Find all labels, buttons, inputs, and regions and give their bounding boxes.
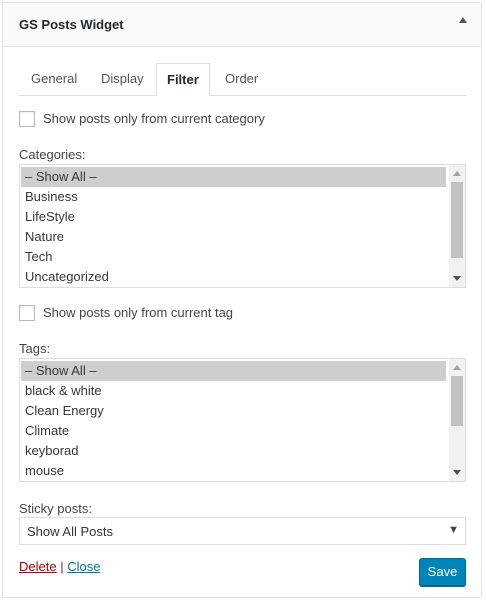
delete-link[interactable]: Delete — [19, 559, 57, 574]
tag-option[interactable]: mouse — [21, 461, 446, 481]
tab-general[interactable]: General — [31, 63, 77, 95]
sticky-posts-value: Show All Posts — [27, 524, 113, 539]
category-option[interactable]: – Show All – — [21, 167, 446, 187]
tab-display[interactable]: Display — [101, 63, 144, 95]
tag-option[interactable]: Climate — [21, 421, 446, 441]
widget-header[interactable]: GS Posts Widget — [3, 3, 481, 47]
save-button[interactable]: Save — [419, 558, 466, 586]
tab-order[interactable]: Order — [225, 63, 258, 95]
widget-title: GS Posts Widget — [19, 17, 124, 32]
categories-listbox[interactable]: – Show All – Business LifeStyle Nature T… — [19, 164, 466, 288]
collapse-arrow-icon[interactable] — [459, 17, 467, 23]
category-option[interactable]: Uncategorized — [21, 267, 446, 287]
tab-filter[interactable]: Filter — [156, 63, 210, 96]
category-option[interactable]: LifeStyle — [21, 207, 446, 227]
category-option[interactable]: Business — [21, 187, 446, 207]
widget-panel: GS Posts Widget General Display Filter O… — [2, 2, 482, 598]
current-category-label: Show posts only from current category — [43, 111, 265, 126]
tags-scrollbar[interactable] — [449, 359, 465, 481]
tag-option[interactable]: keyborad — [21, 441, 446, 461]
sticky-posts-select[interactable]: Show All Posts ▼ — [19, 517, 466, 545]
tag-option[interactable]: – Show All – — [21, 361, 446, 381]
scroll-down-arrow-icon[interactable] — [453, 276, 461, 281]
scroll-up-arrow-icon[interactable] — [453, 171, 461, 176]
current-category-checkbox[interactable] — [19, 111, 35, 127]
scroll-up-arrow-icon[interactable] — [453, 365, 461, 370]
scroll-down-arrow-icon[interactable] — [453, 470, 461, 475]
tags-label: Tags: — [19, 341, 51, 356]
category-option[interactable]: Tech — [21, 247, 446, 267]
current-tag-checkbox[interactable] — [19, 305, 35, 321]
category-option[interactable]: Nature — [21, 227, 446, 247]
tab-bar: General Display Filter Order — [19, 63, 466, 96]
categories-label: Categories: — [19, 147, 86, 162]
scroll-thumb[interactable] — [451, 182, 463, 258]
widget-actions: Delete | Close — [19, 559, 100, 574]
close-link[interactable]: Close — [67, 559, 100, 574]
link-separator: | — [60, 559, 64, 574]
scroll-thumb[interactable] — [451, 376, 463, 426]
current-tag-label: Show posts only from current tag — [43, 305, 234, 320]
tag-option[interactable]: Clean Energy — [21, 401, 446, 421]
categories-scrollbar[interactable] — [449, 165, 465, 287]
sticky-posts-label: Sticky posts: — [19, 501, 92, 516]
dropdown-arrow-icon[interactable]: ▼ — [448, 524, 459, 536]
tag-option[interactable]: black & white — [21, 381, 446, 401]
tags-listbox[interactable]: – Show All – black & white Clean Energy … — [19, 358, 466, 482]
